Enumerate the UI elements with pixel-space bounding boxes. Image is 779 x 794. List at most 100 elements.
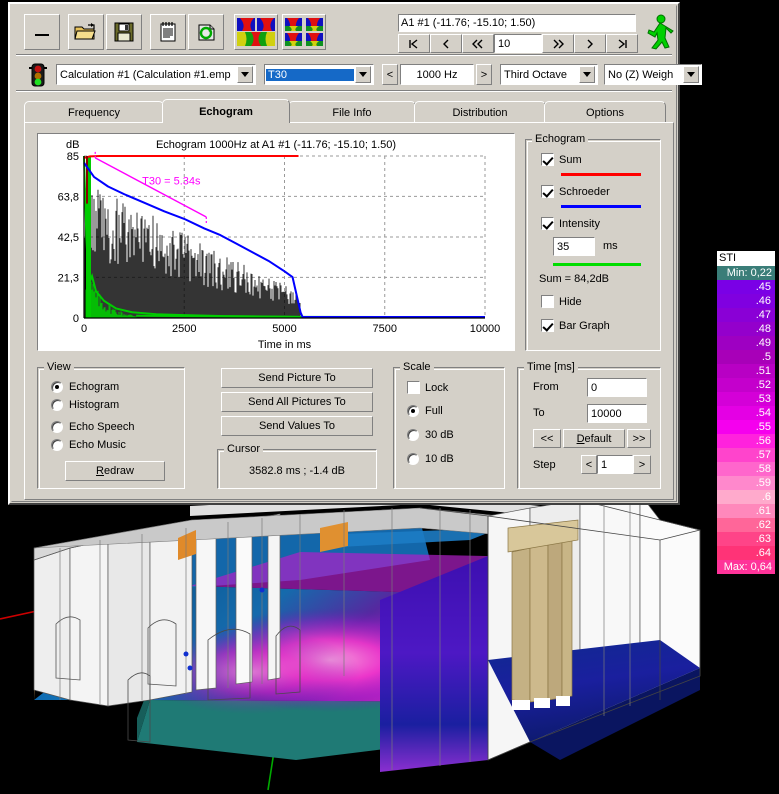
view-option-echo-speech[interactable]: Echo Speech: [51, 421, 134, 433]
color-map-icon[interactable]: [234, 14, 278, 50]
open-folder-icon[interactable]: [68, 14, 104, 50]
sti-legend-row: .62: [717, 518, 775, 532]
scale-option-label: 30 dB: [425, 429, 454, 441]
sum-readout: Sum = 84,2dB: [539, 273, 610, 285]
view-option-echo-music[interactable]: Echo Music: [51, 439, 126, 451]
send-all-pictures-button[interactable]: Send All Pictures To: [221, 392, 373, 412]
echogram-options-group: Echogram Sum Schroeder Intensity 35 ms S…: [525, 133, 661, 351]
notepad-icon[interactable]: [150, 14, 186, 50]
view-option-histogram[interactable]: Histogram: [51, 399, 119, 411]
step-next-button[interactable]: >: [633, 455, 651, 474]
send-picture-button[interactable]: Send Picture To: [221, 368, 373, 388]
scale-option-10db[interactable]: 10 dB: [407, 453, 454, 465]
time-from-input[interactable]: 0: [587, 378, 647, 397]
step-input[interactable]: 1: [597, 455, 633, 474]
sti-legend-row: .45: [717, 280, 775, 294]
traffic-light-icon[interactable]: [26, 62, 52, 88]
tab-strip[interactable]: Frequency Echogram File Info Distribution Op…: [24, 99, 674, 123]
tab-options[interactable]: Options: [544, 101, 666, 123]
time-next-label: >>: [632, 432, 646, 445]
frequency-value[interactable]: 1000 Hz: [400, 64, 474, 85]
tab-file-info[interactable]: File Info: [288, 101, 416, 123]
running-man-icon[interactable]: [644, 14, 676, 50]
time-to-input[interactable]: 10000: [587, 404, 647, 423]
scale-group-title: Scale: [400, 361, 434, 373]
receiver-navigation[interactable]: A1 #1 (-11.76; -15.10; 1.50) 10: [398, 14, 638, 54]
step-label: Step: [533, 459, 556, 471]
bar-graph-checkbox[interactable]: Bar Graph: [541, 319, 610, 332]
redraw-button[interactable]: Redraw: [65, 461, 165, 481]
nav-first-button[interactable]: [398, 34, 430, 53]
scale-lock-label: Lock: [425, 381, 449, 394]
tab-label: Frequency: [68, 106, 120, 119]
view-option-label: Echo Music: [69, 439, 126, 451]
parameter-toolbar[interactable]: Calculation #1 (Calculation #1.emp T30 <…: [16, 60, 702, 94]
calculation-select[interactable]: Calculation #1 (Calculation #1.emp: [56, 64, 256, 85]
receiver-label: A1 #1 (-11.76; -15.10; 1.50): [398, 14, 636, 32]
nav-prev-fast-button[interactable]: [462, 34, 494, 53]
weighting-select[interactable]: No (Z) Weigh: [604, 64, 702, 85]
echogram-dialog[interactable]: A1 #1 (-11.76; -15.10; 1.50) 10 Calculat…: [8, 2, 702, 505]
bandwidth-value: Third Octave: [504, 68, 567, 81]
tab-label: Options: [586, 106, 624, 119]
intensity-label: Intensity: [559, 217, 600, 230]
scale-option-full[interactable]: Full: [407, 405, 443, 417]
calculation-value: Calculation #1 (Calculation #1.emp: [60, 68, 231, 81]
sti-legend-row: .64: [717, 546, 775, 560]
scale-lock-checkbox[interactable]: Lock: [407, 381, 448, 394]
nav-next-fast-button[interactable]: [542, 34, 574, 53]
chart-y-tick-label: 42,5: [58, 232, 79, 244]
frequency-next-button[interactable]: >: [476, 64, 492, 85]
chart-y-axis-label: dB: [66, 139, 79, 151]
send-all-pictures-label: Send All Pictures To: [248, 396, 346, 408]
view-option-echogram[interactable]: Echogram: [51, 381, 119, 393]
receiver-index-input[interactable]: 10: [494, 34, 542, 53]
step-prev-button[interactable]: <: [581, 455, 597, 474]
sum-checkbox[interactable]: Sum: [541, 153, 582, 166]
nav-last-button[interactable]: [606, 34, 638, 53]
sti-legend-row: .61: [717, 504, 775, 518]
time-next-button[interactable]: >>: [627, 429, 651, 448]
radio-circle: [51, 421, 63, 433]
multi-map-icon[interactable]: [282, 14, 326, 50]
main-toolbar[interactable]: A1 #1 (-11.76; -15.10; 1.50) 10: [16, 10, 674, 58]
sti-legend-row: .54: [717, 406, 775, 420]
tab-frequency[interactable]: Frequency: [24, 101, 164, 123]
scale-option-30db[interactable]: 30 dB: [407, 429, 454, 441]
frequency-prev-button[interactable]: <: [382, 64, 398, 85]
sti-legend-row: .51: [717, 364, 775, 378]
chart-y-tick-label: 21,3: [58, 272, 79, 284]
time-default-button[interactable]: Default: [563, 429, 625, 448]
nav-next-button[interactable]: [574, 34, 606, 53]
recalculate-icon[interactable]: [188, 14, 224, 50]
chevron-down-icon[interactable]: [579, 66, 595, 83]
save-disk-icon[interactable]: [106, 14, 142, 50]
tab-echogram[interactable]: Echogram: [162, 99, 290, 123]
bandwidth-select[interactable]: Third Octave: [500, 64, 598, 85]
minimize-icon[interactable]: [24, 14, 60, 50]
radio-circle: [407, 429, 419, 441]
checkbox-box: [541, 185, 554, 198]
echogram-plot: dB Echogram 1000Hz at A1 #1 (-11.76; -15…: [38, 134, 514, 351]
send-picture-label: Send Picture To: [258, 372, 336, 384]
intensity-checkbox[interactable]: Intensity: [541, 217, 600, 230]
intensity-unit: ms: [603, 240, 618, 252]
radio-circle: [407, 405, 419, 417]
send-values-button[interactable]: Send Values To: [221, 416, 373, 436]
echogram-chart[interactable]: dB Echogram 1000Hz at A1 #1 (-11.76; -15…: [37, 133, 515, 351]
chevron-down-icon[interactable]: [355, 66, 371, 83]
time-prev-button[interactable]: <<: [533, 429, 561, 448]
parameter-select[interactable]: T30: [264, 64, 374, 85]
chevron-down-icon[interactable]: [683, 66, 699, 83]
chevron-down-icon[interactable]: [237, 66, 253, 83]
checkbox-box: [541, 319, 554, 332]
time-prev-label: <<: [540, 432, 554, 445]
tab-distribution[interactable]: Distribution: [414, 101, 546, 123]
intensity-input[interactable]: 35: [553, 237, 595, 256]
hide-checkbox[interactable]: Hide: [541, 295, 582, 308]
nav-prev-button[interactable]: [430, 34, 462, 53]
schroeder-checkbox[interactable]: Schroeder: [541, 185, 610, 198]
checkbox-box: [541, 295, 554, 308]
sti-legend-scale: .45.46.47.48.49.5.51.52.53.54.55.56.57.5…: [717, 280, 775, 560]
echogram-group-title: Echogram: [532, 133, 589, 145]
